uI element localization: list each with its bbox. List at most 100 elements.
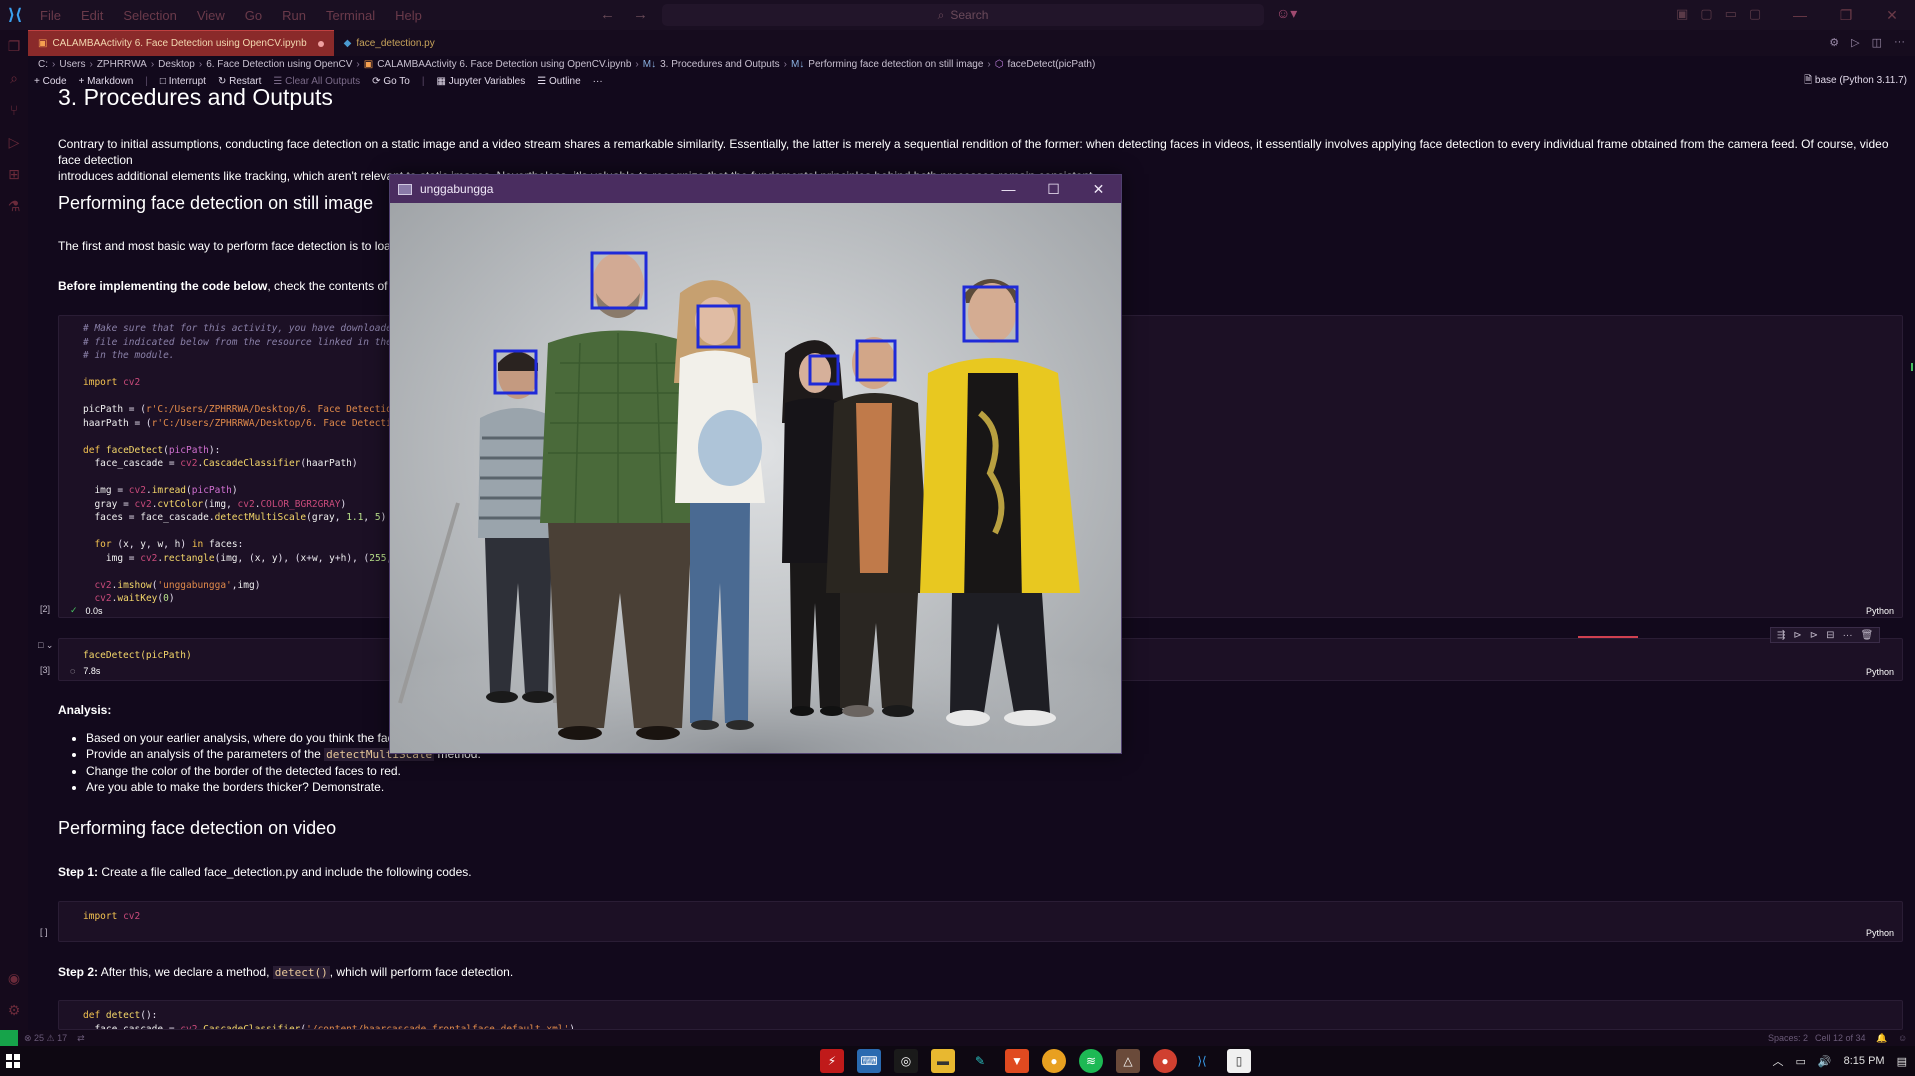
vscode-taskbar-icon[interactable]: ⟩⟨ [1190, 1049, 1214, 1073]
notifications-bell-icon[interactable]: 🔔 [1876, 1033, 1887, 1044]
cell-language[interactable]: Python [1866, 606, 1894, 616]
manage-gear-icon[interactable]: ⚙ [0, 994, 28, 1026]
cell-language[interactable]: Python [1866, 667, 1894, 677]
menu-help[interactable]: Help [385, 8, 432, 23]
run-file-icon[interactable]: ▷ [1851, 36, 1859, 49]
explorer-icon[interactable]: ❐ [0, 30, 28, 62]
account-icon[interactable]: ◉ [0, 962, 28, 994]
kernel-picker[interactable]: 🗎 base (Python 3.11.7) [1804, 73, 1907, 90]
menu-file[interactable]: File [30, 8, 71, 23]
menu-selection[interactable]: Selection [113, 8, 186, 23]
tray-chevron-icon[interactable]: ︿ [1773, 1053, 1784, 1069]
split-cell-icon[interactable]: ⊟ [1826, 630, 1834, 641]
search-view-icon[interactable]: ⌕ [0, 62, 28, 94]
feedback-icon[interactable]: ☺ [1898, 1033, 1907, 1043]
title-bar: ⟩⟨ File Edit Selection View Go Run Termi… [0, 0, 1915, 30]
adobe-reader-icon[interactable]: ⚡ [820, 1049, 844, 1073]
source-control-icon[interactable]: ⑂ [0, 94, 28, 126]
jupyter-variables-button[interactable]: ▦ Jupyter Variables [436, 76, 525, 87]
detected-faces-image [390, 203, 1121, 753]
copilot-icon[interactable]: ☺▾ [1276, 5, 1297, 22]
brave-browser-icon[interactable]: ▼ [1005, 1049, 1029, 1073]
code-editor-4[interactable]: import cv2 [59, 902, 1902, 924]
testing-icon[interactable]: ⚗ [0, 190, 28, 222]
spaces-indicator[interactable]: Spaces: 2 [1768, 1033, 1808, 1043]
popup-maximize-icon[interactable]: ☐ [1031, 175, 1076, 203]
windows-start-icon[interactable] [0, 1046, 26, 1076]
chrome-profile-icon[interactable]: ● [1153, 1049, 1177, 1073]
restore-icon[interactable]: ❐ [1823, 0, 1869, 30]
crumb-desktop[interactable]: Desktop [158, 59, 195, 70]
minimize-icon[interactable]: — [1777, 0, 1823, 30]
more-toolbar-button[interactable]: ··· [593, 76, 603, 87]
notepad-icon[interactable]: ▯ [1227, 1049, 1251, 1073]
crumb-drive[interactable]: C: [38, 59, 48, 70]
run-debug-icon[interactable]: ▷ [0, 126, 28, 158]
code-cell-5[interactable]: def detect(): face_cascade = cv2.Cascade… [58, 1000, 1903, 1030]
run-below-icon[interactable]: ⊳ [1810, 630, 1818, 641]
customize-layout-icon[interactable]: ▣ [1676, 6, 1688, 22]
arduino-icon[interactable]: ✎ [968, 1049, 992, 1073]
forward-arrow-icon[interactable]: → [633, 6, 648, 23]
delete-cell-icon[interactable]: 🗑 [1861, 630, 1874, 641]
menu-run[interactable]: Run [272, 8, 316, 23]
outline-button[interactable]: ☰ Outline [537, 76, 580, 87]
code-cell-4[interactable]: import cv2 Python [58, 901, 1903, 942]
menu-bar: File Edit Selection View Go Run Terminal… [30, 8, 432, 23]
cell-language[interactable]: Python [1866, 928, 1894, 938]
anaconda-icon[interactable]: △ [1116, 1049, 1140, 1073]
toggle-sidebar-icon[interactable]: ▢ [1700, 6, 1712, 22]
crumb-section[interactable]: 3. Procedures and Outputs [660, 59, 780, 70]
settings-gear-icon[interactable]: ⚙ [1829, 36, 1839, 49]
toggle-panel-icon[interactable]: ▭ [1725, 6, 1737, 22]
crumb-users[interactable]: Users [59, 59, 85, 70]
opencv-image-window[interactable]: unggabungga — ☐ ✕ [389, 174, 1122, 754]
function-icon: ⬡ [994, 59, 1004, 70]
code-editor-5[interactable]: def detect(): face_cascade = cv2.Cascade… [59, 1001, 1902, 1029]
cell-collapse-icon[interactable]: □ ⌄ [38, 640, 53, 651]
clock[interactable]: 8:15 PM [1844, 1055, 1885, 1067]
remote-indicator-icon[interactable] [0, 1030, 18, 1046]
steam-icon[interactable]: ◎ [894, 1049, 918, 1073]
network-icon[interactable]: ▭ [1796, 1055, 1806, 1068]
crumb-notebook[interactable]: CALAMBAActivity 6. Face Detection using … [377, 59, 631, 70]
close-icon[interactable]: ✕ [1869, 0, 1915, 30]
python-file-icon: ◆ [343, 37, 352, 49]
toggle-secondary-sidebar-icon[interactable]: ▢ [1749, 6, 1761, 22]
window-controls: — ❐ ✕ [1777, 0, 1915, 30]
action-center-icon[interactable]: ▤ [1897, 1055, 1907, 1068]
scrollbar[interactable] [1909, 88, 1915, 1028]
split-editor-icon[interactable]: ◫ [1872, 36, 1882, 49]
problems-indicator[interactable]: ⊗ 25 ⚠ 17 [24, 1033, 67, 1044]
popup-minimize-icon[interactable]: — [986, 175, 1031, 203]
spotify-icon[interactable]: ≋ [1079, 1049, 1103, 1073]
volume-icon[interactable]: 🔊 [1818, 1055, 1832, 1068]
cell-more-icon[interactable]: ··· [1843, 630, 1853, 641]
run-by-line-icon[interactable]: ⇶ [1777, 630, 1785, 641]
crumb-folder[interactable]: 6. Face Detection using OpenCV [206, 59, 352, 70]
crumb-subsection[interactable]: Performing face detection on still image [808, 59, 983, 70]
tab-face-detection-py[interactable]: ◆ face_detection.py [334, 30, 445, 56]
goto-button[interactable]: ⟳ Go To [372, 76, 410, 87]
file-explorer-icon[interactable]: ▬ [931, 1049, 955, 1073]
run-above-icon[interactable]: ⊳ [1793, 630, 1801, 641]
cell-indicator[interactable]: Cell 12 of 34 [1815, 1033, 1866, 1043]
crumb-function[interactable]: faceDetect(picPath) [1007, 59, 1095, 70]
command-center-search[interactable]: ⌕ Search [662, 4, 1264, 26]
chrome-icon[interactable]: ● [1042, 1049, 1066, 1073]
ports-icon[interactable]: ⇄ [77, 1033, 85, 1044]
menu-view[interactable]: View [187, 8, 235, 23]
back-arrow-icon[interactable]: ← [600, 6, 615, 23]
menu-terminal[interactable]: Terminal [316, 8, 385, 23]
menu-go[interactable]: Go [235, 8, 272, 23]
tab-notebook[interactable]: ▣ CALAMBAActivity 6. Face Detection usin… [28, 30, 334, 56]
popup-close-icon[interactable]: ✕ [1076, 175, 1121, 203]
tab-py-label: face_detection.py [356, 37, 435, 49]
extensions-icon[interactable]: ⊞ [0, 158, 28, 190]
crumb-user[interactable]: ZPHRRWA [97, 59, 147, 70]
taskbar-apps: ⚡ ⌨ ◎ ▬ ✎ ▼ ● ≋ △ ● ⟩⟨ ▯ [820, 1046, 1251, 1076]
unsaved-dot-icon[interactable] [317, 40, 324, 47]
menu-edit[interactable]: Edit [71, 8, 113, 23]
more-actions-icon[interactable]: ··· [1894, 36, 1905, 49]
keyboard-icon[interactable]: ⌨ [857, 1049, 881, 1073]
